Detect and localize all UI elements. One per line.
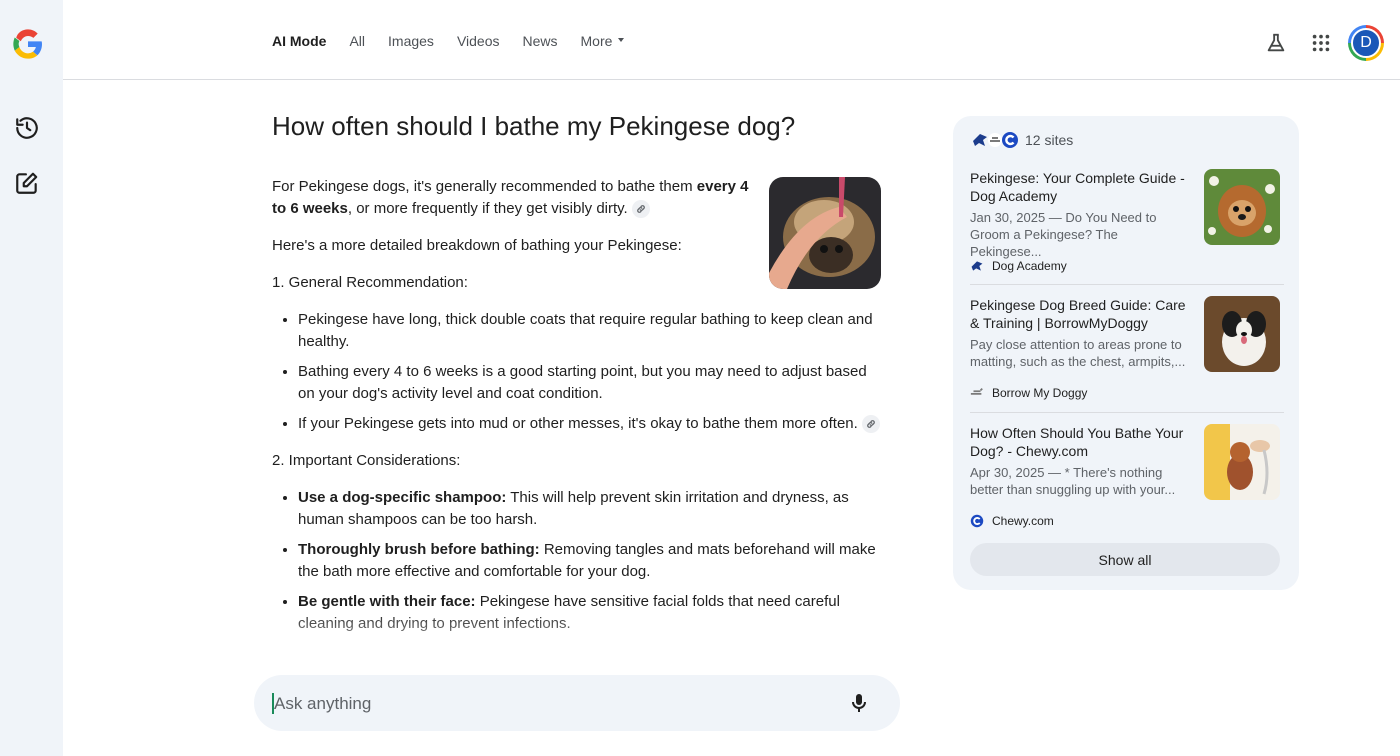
tab-all[interactable]: All [349,33,365,49]
tab-news[interactable]: News [523,33,558,49]
ask-input[interactable] [272,687,836,721]
answer-intro: For Pekingese dogs, it's generally recom… [272,176,752,220]
source-site-name: Borrow My Doggy [992,386,1088,400]
dog-academy-icon [971,261,983,271]
tab-images[interactable]: Images [388,33,434,49]
source-thumbnail[interactable] [1204,169,1280,245]
ask-bar [254,675,900,731]
source-site: Dog Academy [970,259,1067,273]
source-site-name: Dog Academy [992,259,1067,273]
google-logo-icon[interactable] [12,28,44,60]
apps-grid-icon[interactable] [1310,32,1332,54]
list-item: Thoroughly brush before bathing: Removin… [298,539,882,583]
list-item: Bathing every 4 to 6 weeks is a good sta… [298,361,882,405]
source-card[interactable]: Pekingese Dog Breed Guide: Care & Traini… [970,296,1280,408]
new-chat-icon[interactable] [14,170,40,196]
source-thumbnail[interactable] [1204,424,1280,500]
list-item: Pekingese have long, thick double coats … [298,309,882,353]
show-all-button[interactable]: Show all [970,543,1280,576]
avatar-initial: D [1351,28,1381,58]
source-title[interactable]: Pekingese Dog Breed Guide: Care & Traini… [970,296,1192,332]
list-item: Be gentle with their face: Pekingese hav… [298,591,882,635]
source-site-name: Chewy.com [992,514,1054,528]
history-icon[interactable] [14,115,40,141]
sources-header[interactable]: 12 sites [971,131,1073,149]
divider [970,284,1284,285]
chewy-icon [970,514,984,528]
tab-more[interactable]: More [581,33,625,49]
source-site: Chewy.com [970,514,1054,528]
chewy-icon [1002,132,1018,148]
list-item-bold: Be gentle with their face: [298,593,476,610]
microphone-icon[interactable] [847,691,871,715]
top-bar: AI Mode All Images Videos News More D [63,0,1400,80]
general-recommendation-list: Pekingese have long, thick double coats … [272,309,882,435]
source-site: Borrow My Doggy [970,386,1087,400]
source-snippet: Jan 30, 2025 — Do You Need to Groom a Pe… [970,210,1157,259]
source-title[interactable]: Pekingese: Your Complete Guide - Dog Aca… [970,169,1192,205]
source-thumbnail[interactable] [1204,296,1280,372]
source-snippet: Apr 30, 2025 — * There's nothing better … [970,465,1176,497]
divider [970,412,1284,413]
source-snippet: Pay close attention to areas prone to ma… [970,337,1186,369]
page-title: How often should I bathe my Pekingese do… [272,111,796,141]
caret-down-icon [618,38,625,43]
pekingese-photo[interactable] [769,177,881,289]
citation-link-icon[interactable] [631,200,650,219]
list-item-bold: Thoroughly brush before bathing: [298,541,540,558]
citation-link-icon[interactable] [861,415,880,434]
labs-flask-icon[interactable] [1265,32,1287,54]
source-card[interactable]: Pekingese: Your Complete Guide - Dog Aca… [970,169,1280,281]
source-title[interactable]: How Often Should You Bathe Your Dog? - C… [970,424,1192,460]
sources-count: 12 sites [1025,132,1074,148]
tab-ai-mode[interactable]: AI Mode [272,33,326,49]
intro-text-a: For Pekingese dogs, it's generally recom… [272,178,697,195]
list-item: Use a dog-specific shampoo: This will he… [298,487,882,531]
sources-panel: 12 sites Pekingese: Your Complete Guide … [953,116,1299,590]
section-heading: 2. Important Considerations: [272,452,461,469]
intro-text-b: , or more frequently if they get visibly… [347,200,628,217]
account-avatar[interactable]: D [1348,25,1384,61]
tab-videos[interactable]: Videos [457,33,500,49]
search-tabs: AI Mode All Images Videos News More [272,33,647,49]
list-item-text: If your Pekingese gets into mud or other… [298,415,858,432]
borrow-my-doggy-icon [970,388,983,395]
list-item-bold: Use a dog-specific shampoo: [298,489,507,506]
left-rail [0,0,63,756]
source-card[interactable]: How Often Should You Bathe Your Dog? - C… [970,424,1280,536]
tab-more-label: More [580,33,613,49]
list-item: If your Pekingese gets into mud or other… [298,413,882,435]
considerations-list: Use a dog-specific shampoo: This will he… [272,487,882,635]
